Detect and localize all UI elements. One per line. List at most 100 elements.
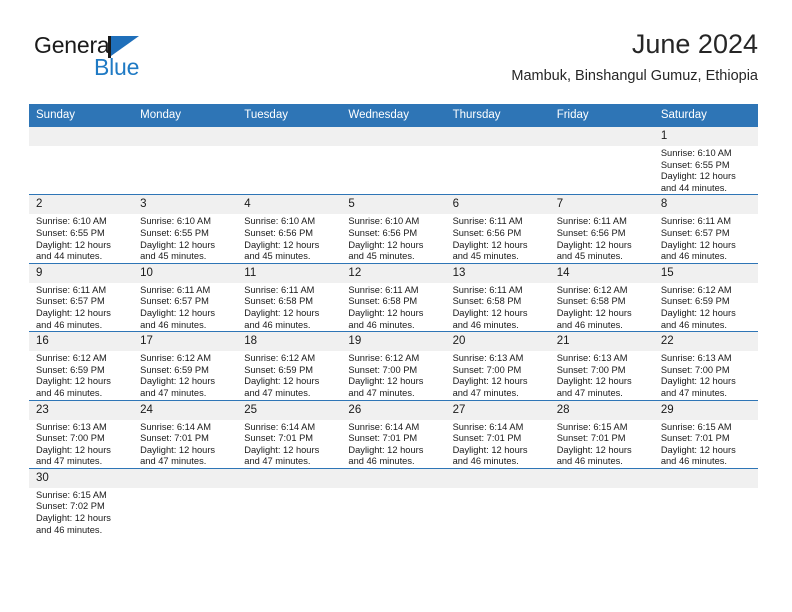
day-detail-line: Daylight: 12 hours [452, 376, 528, 387]
day-details [654, 488, 758, 490]
day-number: 8 [653, 195, 758, 215]
calendar-cell-day-15[interactable]: 15 Sunrise: 6:12 AM Sunset: 6:59 PM Dayligh… [653, 262, 758, 332]
day-detail-line: Sunset: 6:58 PM [452, 296, 522, 307]
day-details [341, 146, 445, 148]
day-detail-line: Sunrise: 6:11 AM [452, 216, 523, 227]
day-number [445, 468, 550, 488]
day-number: 14 [549, 263, 654, 283]
calendar-cell-day-29[interactable]: 29 Sunrise: 6:15 AM Sunset: 7:01 PM Dayligh… [653, 399, 758, 469]
calendar-cell-day-16[interactable]: 16 Sunrise: 6:12 AM Sunset: 6:59 PM Dayligh… [29, 331, 134, 400]
calendar-cell-day-25[interactable]: 25 Sunrise: 6:14 AM Sunset: 7:01 PM Dayligh… [237, 399, 342, 469]
day-detail-line: Sunrise: 6:13 AM [660, 353, 732, 364]
day-detail-line: Daylight: 12 hours [556, 444, 632, 455]
day-detail-line: and 47 minutes. [660, 387, 727, 398]
day-number: 3 [133, 195, 238, 215]
calendar-cell-day-5[interactable]: 5 Sunrise: 6:10 AM Sunset: 6:56 PM Daylight… [341, 194, 446, 264]
day-detail-line: Sunset: 6:58 PM [348, 296, 418, 307]
day-details: Sunrise: 6:11 AM Sunset: 6:57 PM Daylight:… [654, 214, 758, 262]
calendar-cell-day-14[interactable]: 14 Sunrise: 6:12 AM Sunset: 6:58 PM Dayligh… [549, 262, 654, 332]
weekday-header: Sunday Monday Tuesday Wednesday Thursday Frid… [29, 104, 758, 127]
day-detail-line: Daylight: 12 hours [36, 376, 111, 387]
calendar-cell-day-28[interactable]: 28 Sunrise: 6:15 AM Sunset: 7:01 PM Dayligh… [549, 399, 654, 469]
calendar-cell-day-11[interactable]: 11 Sunrise: 6:11 AM Sunset: 6:58 PM Dayligh… [237, 262, 342, 332]
day-detail-line: Sunrise: 6:12 AM [348, 353, 420, 364]
day-details: Sunrise: 6:14 AM Sunset: 7:01 PM Daylight:… [133, 420, 237, 468]
day-detail-line: Sunset: 6:57 PM [140, 296, 209, 307]
calendar-cell-day-17[interactable]: 17 Sunrise: 6:12 AM Sunset: 6:59 PM Dayligh… [133, 331, 238, 400]
calendar-cell-day-20[interactable]: 20 Sunrise: 6:13 AM Sunset: 7:00 PM Dayligh… [445, 331, 550, 400]
calendar-cell-day-8[interactable]: 8 Sunrise: 6:11 AM Sunset: 6:57 PM Daylight… [653, 194, 758, 264]
day-detail-line: and 46 minutes. [36, 524, 103, 535]
day-detail-line: and 47 minutes. [140, 456, 207, 467]
day-number: 21 [549, 332, 654, 352]
calendar-body: 1 Sunrise: 6:10 AM Sunset: 6:55 PM Daylight… [29, 125, 758, 537]
day-detail-line: Sunset: 7:00 PM [36, 433, 105, 444]
day-details: Sunrise: 6:13 AM Sunset: 7:00 PM Daylight:… [654, 351, 758, 399]
calendar-cell-day-24[interactable]: 24 Sunrise: 6:14 AM Sunset: 7:01 PM Dayligh… [133, 399, 238, 469]
calendar-cell-empty [341, 467, 446, 537]
calendar-cell-day-13[interactable]: 13 Sunrise: 6:11 AM Sunset: 6:58 PM Dayligh… [445, 262, 550, 332]
day-detail-line: and 45 minutes. [452, 251, 519, 262]
day-number: 29 [653, 400, 758, 420]
day-number [549, 468, 654, 488]
day-detail-line: Daylight: 12 hours [348, 239, 424, 250]
day-number [133, 468, 238, 488]
day-detail-line: Daylight: 12 hours [556, 376, 632, 387]
day-detail-line: Daylight: 12 hours [244, 444, 320, 455]
day-detail-line: Daylight: 12 hours [348, 376, 424, 387]
day-number [237, 127, 342, 146]
calendar-cell-day-12[interactable]: 12 Sunrise: 6:11 AM Sunset: 6:58 PM Dayligh… [341, 262, 446, 332]
calendar-cell-day-30[interactable]: 30 Sunrise: 6:15 AM Sunset: 7:02 PM Dayligh… [29, 467, 134, 537]
calendar-page: General Blue June 2024 Mambuk, Binshangu… [0, 0, 792, 612]
calendar-cell-day-21[interactable]: 21 Sunrise: 6:13 AM Sunset: 7:00 PM Dayligh… [549, 331, 654, 400]
weekday-header-monday: Monday [133, 104, 238, 127]
brand-logo[interactable]: General Blue [34, 32, 264, 92]
day-detail-line: Sunset: 7:01 PM [140, 433, 209, 444]
calendar-cell-day-19[interactable]: 19 Sunrise: 6:12 AM Sunset: 7:00 PM Dayligh… [341, 331, 446, 400]
day-details: Sunrise: 6:15 AM Sunset: 7:01 PM Daylight:… [550, 420, 654, 468]
day-details [550, 146, 654, 148]
day-details [550, 488, 654, 490]
day-detail-line: Sunset: 6:56 PM [556, 227, 626, 238]
weekday-header-thursday: Thursday [445, 104, 550, 127]
day-number [653, 468, 758, 488]
calendar-cell-day-4[interactable]: 4 Sunrise: 6:10 AM Sunset: 6:56 PM Daylight… [237, 194, 342, 264]
day-detail-line: Sunrise: 6:10 AM [36, 216, 107, 227]
calendar-cell-day-27[interactable]: 27 Sunrise: 6:14 AM Sunset: 7:01 PM Dayligh… [445, 399, 550, 469]
day-number: 22 [653, 332, 758, 352]
calendar-cell-day-22[interactable]: 22 Sunrise: 6:13 AM Sunset: 7:00 PM Dayligh… [653, 331, 758, 400]
day-detail-line: Sunset: 7:01 PM [660, 433, 730, 444]
calendar-cell-day-1[interactable]: 1 Sunrise: 6:10 AM Sunset: 6:55 PM Daylight… [653, 125, 758, 195]
day-detail-line: Sunrise: 6:14 AM [348, 421, 420, 432]
day-detail-line: and 47 minutes. [244, 387, 311, 398]
day-detail-line: Sunrise: 6:13 AM [452, 353, 524, 364]
calendar-cell-day-7[interactable]: 7 Sunrise: 6:11 AM Sunset: 6:56 PM Daylight… [549, 194, 654, 264]
day-detail-line: Sunrise: 6:13 AM [36, 421, 107, 432]
day-detail-line: Sunset: 7:00 PM [556, 364, 626, 375]
calendar-cell-day-23[interactable]: 23 Sunrise: 6:13 AM Sunset: 7:00 PM Dayligh… [29, 399, 134, 469]
day-number [549, 127, 654, 146]
day-detail-line: Sunset: 6:59 PM [660, 296, 730, 307]
day-detail-line: and 46 minutes. [660, 319, 727, 330]
day-detail-line: Sunrise: 6:14 AM [452, 421, 524, 432]
day-details: Sunrise: 6:10 AM Sunset: 6:56 PM Daylight:… [341, 214, 445, 262]
calendar-cell-day-18[interactable]: 18 Sunrise: 6:12 AM Sunset: 6:59 PM Dayligh… [237, 331, 342, 400]
day-detail-line: Sunset: 6:59 PM [244, 364, 314, 375]
day-details: Sunrise: 6:12 AM Sunset: 6:59 PM Daylight:… [654, 283, 758, 331]
calendar-cell-day-3[interactable]: 3 Sunrise: 6:10 AM Sunset: 6:55 PM Daylight… [133, 194, 238, 264]
day-number: 7 [549, 195, 654, 215]
calendar-cell-day-10[interactable]: 10 Sunrise: 6:11 AM Sunset: 6:57 PM Dayligh… [133, 262, 238, 332]
day-detail-line: Daylight: 12 hours [244, 239, 320, 250]
day-details: Sunrise: 6:11 AM Sunset: 6:57 PM Daylight:… [29, 283, 133, 331]
day-detail-line: and 47 minutes. [556, 387, 623, 398]
calendar-cell-day-26[interactable]: 26 Sunrise: 6:14 AM Sunset: 7:01 PM Dayligh… [341, 399, 446, 469]
calendar-cell-day-6[interactable]: 6 Sunrise: 6:11 AM Sunset: 6:56 PM Daylight… [445, 194, 550, 264]
day-number: 13 [445, 263, 550, 283]
day-detail-line: Sunrise: 6:10 AM [244, 216, 316, 227]
day-number: 4 [237, 195, 342, 215]
day-detail-line: Daylight: 12 hours [660, 307, 736, 318]
calendar-cell-empty [445, 467, 550, 537]
calendar-cell-day-9[interactable]: 9 Sunrise: 6:11 AM Sunset: 6:57 PM Daylight… [29, 262, 134, 332]
calendar-cell-day-2[interactable]: 2 Sunrise: 6:10 AM Sunset: 6:55 PM Daylight… [29, 194, 134, 264]
day-detail-line: Sunset: 6:56 PM [348, 227, 418, 238]
